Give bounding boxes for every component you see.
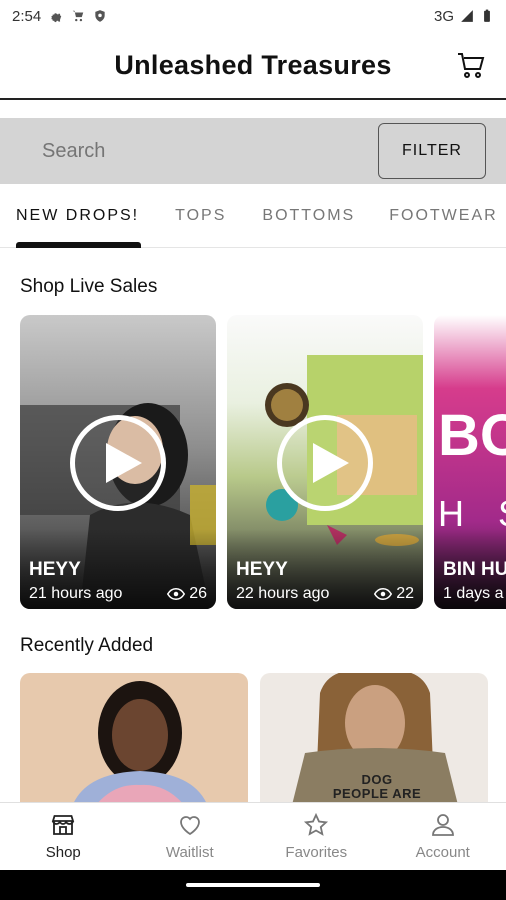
tab-new-drops[interactable]: NEW DROPS! (16, 184, 142, 248)
filter-button[interactable]: FILTER (378, 123, 486, 179)
play-icon (106, 443, 142, 483)
bottom-nav: Shop Waitlist Favorites Account (0, 802, 506, 870)
product-card[interactable]: DOG PEOPLE ARE MY (260, 673, 488, 803)
live-sale-card[interactable]: HEYY 22 hours ago 22 (227, 315, 423, 609)
product-print-text: DOG PEOPLE ARE MY (332, 772, 422, 803)
tab-bottoms[interactable]: BOTTOMS (262, 184, 355, 248)
live-sale-name: HEYY (236, 559, 288, 580)
live-sales-heading: Shop Live Sales (20, 276, 158, 297)
nav-waitlist[interactable]: Waitlist (127, 803, 254, 870)
live-sale-name: HEYY (29, 559, 81, 580)
live-sale-name: BIN HU (443, 559, 506, 580)
tab-tops[interactable]: TOPS (175, 184, 226, 248)
heart-icon (179, 816, 200, 836)
home-gesture-pill[interactable] (186, 883, 320, 887)
app-header: Unleashed Treasures (0, 32, 506, 100)
live-sale-card[interactable]: HEYY 21 hours ago 26 (20, 315, 216, 609)
signal-icon (461, 10, 473, 22)
status-bar: 2:54 3G (0, 0, 506, 32)
product-card[interactable] (20, 673, 248, 803)
battery-icon (484, 9, 490, 22)
status-time: 2:54 (12, 7, 42, 25)
nav-favorites[interactable]: Favorites (253, 803, 380, 870)
shop-icon (52, 815, 75, 835)
star-icon (304, 812, 329, 836)
product-image (73, 681, 207, 803)
nav-shop-label: Shop (45, 844, 81, 861)
shield-icon (95, 10, 105, 22)
recently-added-heading: Recently Added (20, 635, 154, 656)
live-sale-card[interactable]: BO H S BIN HU 1 days a (434, 315, 506, 609)
system-gesture-bar (0, 870, 506, 900)
views-count: 22 (396, 585, 414, 602)
account-icon (431, 814, 454, 836)
cart-status-icon (72, 10, 84, 22)
eye-icon (374, 588, 393, 600)
nav-shop[interactable]: Shop (0, 803, 127, 870)
live-sale-time: 22 hours ago (236, 585, 330, 602)
search-bar: FILTER (0, 118, 506, 184)
live-sale-time: 1 days a (443, 585, 504, 602)
card-art-text: BO (438, 403, 506, 468)
play-icon (313, 443, 349, 483)
app-title: Unleashed Treasures (114, 49, 392, 80)
views-count: 26 (189, 585, 207, 602)
search-input[interactable] (20, 125, 378, 177)
nav-favorites-label: Favorites (285, 844, 348, 861)
nav-account[interactable]: Account (380, 803, 506, 870)
settings-icon (51, 13, 62, 23)
cart-icon[interactable] (456, 50, 486, 80)
nav-waitlist-label: Waitlist (165, 844, 214, 861)
category-tabs: NEW DROPS! TOPS BOTTOMS FOOTWEAR (0, 184, 506, 248)
recently-added-carousel[interactable]: DOG PEOPLE ARE MY (20, 673, 506, 803)
eye-icon (167, 588, 186, 600)
network-label: 3G (433, 7, 454, 25)
tab-footwear[interactable]: FOOTWEAR (389, 184, 497, 248)
play-button[interactable] (70, 415, 166, 511)
play-button[interactable] (277, 415, 373, 511)
live-sale-views: 22 (374, 585, 414, 603)
live-sale-time: 21 hours ago (29, 585, 123, 602)
live-sales-carousel[interactable]: HEYY 21 hours ago 26 HEYY 22 hours ago 2… (20, 315, 506, 609)
live-sale-views: 26 (167, 585, 207, 603)
nav-account-label: Account (415, 844, 470, 861)
